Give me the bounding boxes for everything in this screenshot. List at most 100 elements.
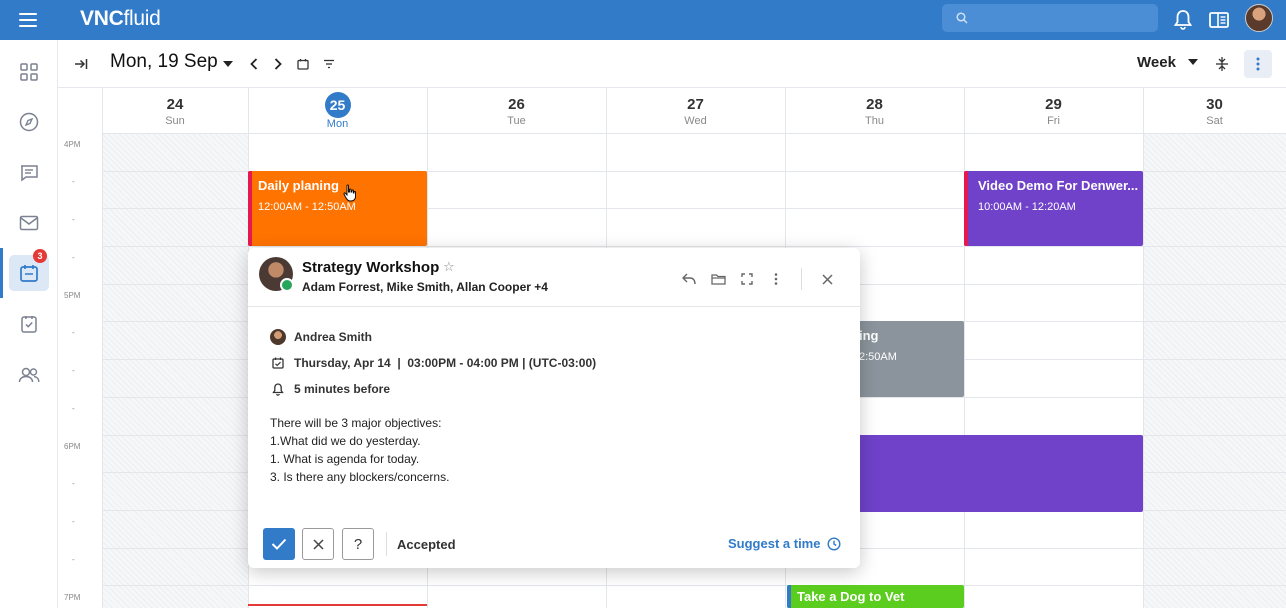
organizer-small-avatar — [270, 329, 286, 345]
popup-more-button[interactable] — [765, 268, 787, 290]
day-header-tue[interactable]: 26 Tue — [427, 88, 606, 133]
nav-mail[interactable] — [13, 207, 45, 239]
compass-icon — [19, 112, 39, 132]
day-header-thu[interactable]: 28 Thu — [785, 88, 964, 133]
nav-apps[interactable] — [13, 56, 45, 88]
time-label: - — [72, 555, 75, 564]
description-line: 3. Is there any blockers/concerns. — [270, 470, 450, 484]
nav-tasks[interactable] — [13, 308, 45, 340]
next-week-button[interactable] — [266, 52, 290, 76]
date-dropdown-button[interactable] — [216, 52, 240, 76]
current-date-title[interactable]: Mon, 19 Sep — [110, 51, 218, 73]
nav-explore[interactable] — [13, 106, 45, 138]
reply-button[interactable] — [678, 268, 700, 290]
decline-button[interactable] — [302, 528, 334, 560]
fullscreen-button[interactable] — [736, 268, 758, 290]
time-label: - — [72, 215, 75, 224]
event-title: Video Demo For Denwer... — [978, 178, 1139, 193]
check-icon — [271, 538, 287, 550]
popup-attendees[interactable]: Adam Forrest, Mike Smith, Allan Cooper +… — [302, 280, 548, 294]
caret-down-icon — [1188, 59, 1199, 65]
time-label: 6PM — [64, 442, 81, 451]
accept-button[interactable] — [263, 528, 295, 560]
bell-icon[interactable] — [1173, 9, 1195, 31]
event-time: 10:00AM - 12:20AM — [978, 201, 1076, 213]
grid-col-line — [102, 88, 103, 608]
folder-icon — [710, 274, 726, 285]
weekend-shade-sun — [102, 133, 248, 608]
nav-contacts[interactable] — [13, 359, 45, 391]
calendar-toolbar: Mon, 19 Sep Week — [58, 40, 1286, 88]
grid-col-line — [1143, 88, 1144, 608]
star-icon[interactable]: ☆ — [443, 259, 455, 275]
day-header-fri[interactable]: 29 Fri — [964, 88, 1143, 133]
grid-row-line — [102, 133, 1286, 134]
nav-active-indicator — [0, 248, 3, 298]
time-label: 7PM — [64, 593, 81, 602]
reminder-text: 5 minutes before — [294, 382, 391, 396]
user-avatar[interactable] — [1245, 4, 1273, 32]
calendar-badge-icon — [280, 278, 294, 292]
response-status: Accepted — [397, 537, 456, 552]
time-label: 4PM — [64, 140, 81, 149]
compact-view-button[interactable] — [1210, 52, 1234, 76]
nav-calendar[interactable]: 3 — [9, 249, 49, 291]
close-popup-button[interactable] — [816, 268, 838, 290]
filter-icon — [324, 59, 334, 69]
event-take-dog-to-vet[interactable]: Take a Dog to Vet — [787, 585, 964, 608]
view-select-label: Week — [1137, 54, 1176, 71]
app-logo[interactable]: VNCfluid — [80, 7, 161, 31]
grid-row-line — [102, 246, 1286, 247]
view-select[interactable]: Week — [1137, 54, 1199, 71]
event-title: Take a Dog to Vet — [797, 589, 905, 604]
calendar-small-icon — [297, 59, 309, 70]
weekend-shade-sat — [1143, 133, 1286, 608]
people-icon — [18, 367, 40, 383]
event-color-strip — [248, 171, 252, 246]
event-detail-popup: Strategy Workshop ☆ Adam Forrest, Mike S… — [248, 248, 860, 568]
search-input[interactable] — [942, 4, 1158, 32]
nav-chat[interactable] — [13, 157, 45, 189]
chevron-left-icon — [250, 58, 258, 70]
task-icon — [21, 316, 37, 333]
reply-icon — [682, 273, 696, 285]
menu-icon[interactable] — [19, 11, 39, 29]
panel-icon[interactable] — [1209, 9, 1231, 31]
collapse-icon — [1216, 57, 1228, 71]
day-header-mon[interactable]: 25 Mon — [248, 88, 427, 133]
today-indicator: 25 — [324, 92, 351, 118]
day-header-wed[interactable]: 27 Wed — [606, 88, 785, 133]
time-label: 5PM — [64, 291, 81, 300]
event-title: ing — [859, 328, 879, 343]
event-time: 12:00AM - 12:50AM — [258, 201, 356, 213]
organizer-name: Andrea Smith — [294, 330, 373, 344]
time-label: - — [72, 366, 75, 375]
popup-divider — [248, 306, 860, 307]
time-label: - — [72, 253, 75, 262]
expand-sidebar-button[interactable] — [69, 52, 93, 76]
event-description: There will be 3 major objectives: 1.What… — [270, 414, 449, 486]
more-vertical-icon — [774, 273, 778, 285]
event-video-demo[interactable]: Video Demo For Denwer... 10:00AM - 12:20… — [964, 171, 1143, 246]
top-bar: VNCfluid — [0, 0, 1286, 40]
clock-icon — [827, 536, 841, 551]
move-to-folder-button[interactable] — [707, 268, 729, 290]
close-icon — [312, 538, 324, 550]
today-button[interactable] — [291, 52, 315, 76]
current-time-line — [248, 604, 427, 606]
more-options-button[interactable] — [1244, 50, 1272, 78]
day-header-sun[interactable]: 24 Sun — [102, 88, 248, 133]
event-daily-planing[interactable]: Daily planing 12:00AM - 12:50AM — [248, 171, 427, 246]
prev-week-button[interactable] — [242, 52, 266, 76]
filter-button[interactable] — [317, 52, 341, 76]
suggest-time-link[interactable]: Suggest a time — [728, 536, 841, 551]
response-separator — [386, 532, 387, 556]
tentative-button[interactable]: ? — [342, 528, 374, 560]
popup-actions-separator — [801, 268, 802, 290]
day-header-sat[interactable]: 30 Sat — [1143, 88, 1286, 133]
time-label: - — [72, 404, 75, 413]
collapse-right-icon — [75, 59, 88, 69]
suggest-time-label: Suggest a time — [728, 536, 821, 551]
grid-icon — [20, 63, 38, 81]
datetime-row: Thursday, Apr 14 | 03:00PM - 04:00 PM | … — [270, 355, 596, 371]
